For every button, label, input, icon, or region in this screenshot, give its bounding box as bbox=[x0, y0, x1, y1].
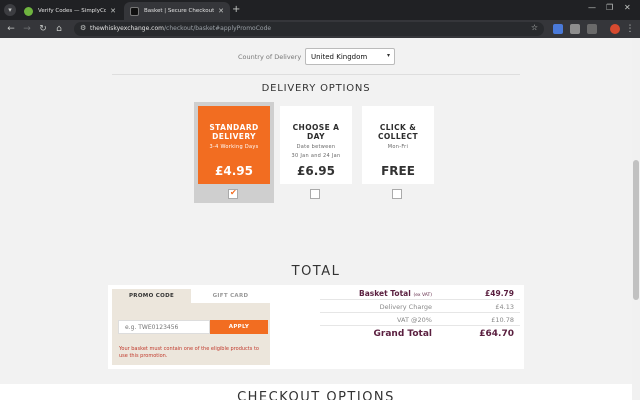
delivery-option-price: £6.95 bbox=[297, 164, 335, 178]
delivery-option-subtitle: Mon-Fri bbox=[387, 144, 409, 150]
delivery-option-price: £4.95 bbox=[215, 164, 253, 178]
promo-error-message: Your basket must contain one of the elig… bbox=[119, 346, 259, 359]
delivery-option-subtitle: 3-4 Working Days bbox=[209, 144, 259, 150]
minimize-icon[interactable]: — bbox=[588, 3, 596, 12]
tab-gift-card[interactable]: GIFT CARD bbox=[191, 289, 270, 303]
browser-menu-icon[interactable]: ⋮ bbox=[624, 23, 636, 35]
promo-code-input[interactable] bbox=[118, 320, 210, 334]
browser-tab-basket[interactable]: Basket | Secure Checkout : The W ✕ bbox=[124, 2, 230, 20]
delivery-options-heading: DELIVERY OPTIONS bbox=[261, 83, 371, 94]
chevron-down-icon: ▾ bbox=[386, 52, 390, 59]
delivery-charge-row: Delivery Charge £4.13 bbox=[320, 300, 520, 313]
divider bbox=[112, 74, 520, 75]
grand-total-label: Grand Total bbox=[373, 329, 432, 339]
delivery-option-standard[interactable]: STANDARD DELIVERY 3-4 Working Days £4.95… bbox=[194, 102, 274, 203]
scrollbar-thumb[interactable] bbox=[633, 160, 639, 300]
simplycodes-favicon-icon bbox=[24, 6, 33, 16]
delivery-option-click-collect[interactable]: CLICK & COLLECT Mon-Fri FREE bbox=[358, 102, 438, 203]
delivery-option-title: CHOOSE A DAY bbox=[292, 123, 340, 141]
apply-button[interactable]: APPLY bbox=[210, 320, 268, 334]
checkout-options-heading: CHECKOUT OPTIONS bbox=[237, 390, 395, 400]
tab-promo-code[interactable]: PROMO CODE bbox=[112, 289, 191, 303]
new-tab-button[interactable]: + bbox=[232, 4, 240, 16]
delivery-option-price: FREE bbox=[381, 164, 415, 178]
delivery-option-title: STANDARD DELIVERY bbox=[209, 123, 259, 141]
site-info-icon[interactable]: ⚙ bbox=[80, 24, 86, 32]
delivery-card[interactable]: CHOOSE A DAY Date between 30 Jan and 24 … bbox=[280, 106, 352, 184]
total-panel: PROMO CODE GIFT CARD APPLY Your basket m… bbox=[108, 285, 524, 369]
address-bar[interactable]: ⚙ thewhiskyexchange.com/checkout/basket#… bbox=[74, 22, 544, 36]
total-heading: TOTAL bbox=[291, 264, 341, 279]
grand-total-row: Grand Total £64.70 bbox=[320, 326, 520, 342]
basket-total-label: Basket Total (ex VAT) bbox=[359, 289, 432, 298]
country-label: Country of Delivery bbox=[238, 53, 302, 61]
basket-total-value: £49.79 bbox=[485, 289, 514, 298]
maximize-icon[interactable]: ❐ bbox=[606, 3, 613, 12]
checkout-page: Country of Delivery United Kingdom ▾ DEL… bbox=[0, 38, 632, 400]
vat-row: VAT @20% £10.78 bbox=[320, 313, 520, 326]
browser-toolbar: ← → ↻ ⌂ ⚙ thewhiskyexchange.com/checkout… bbox=[0, 20, 640, 38]
delivery-option-checkbox[interactable] bbox=[392, 189, 402, 199]
tab-title: Basket | Secure Checkout : The W bbox=[144, 8, 215, 14]
delivery-charge-value: £4.13 bbox=[495, 303, 514, 311]
country-select[interactable]: United Kingdom ▾ bbox=[305, 48, 395, 65]
extension-translate-icon[interactable] bbox=[553, 24, 563, 34]
delivery-charge-label: Delivery Charge bbox=[379, 303, 432, 311]
delivery-card[interactable]: CLICK & COLLECT Mon-Fri FREE bbox=[362, 106, 434, 184]
checkmark-icon: ✔ bbox=[230, 188, 237, 197]
tab-search-icon[interactable]: ▾ bbox=[4, 4, 16, 16]
browser-tab-simplycodes[interactable]: Verify Codes — SimplyCodes ✕ bbox=[18, 2, 122, 20]
promo-tabs: PROMO CODE GIFT CARD bbox=[112, 289, 270, 303]
url-text: thewhiskyexchange.com/checkout/basket#ap… bbox=[90, 25, 272, 32]
reload-icon[interactable]: ↻ bbox=[37, 23, 49, 35]
profile-avatar-icon[interactable] bbox=[610, 24, 620, 34]
close-tab-icon[interactable]: ✕ bbox=[218, 7, 224, 15]
browser-tab-strip: ▾ Verify Codes — SimplyCodes ✕ Basket | … bbox=[0, 0, 640, 20]
basket-total-row: Basket Total (ex VAT) £49.79 bbox=[320, 287, 520, 300]
promo-code-panel: APPLY Your basket must contain one of th… bbox=[112, 303, 270, 365]
close-window-icon[interactable]: ✕ bbox=[624, 3, 631, 12]
delivery-option-checkbox[interactable] bbox=[310, 189, 320, 199]
home-icon[interactable]: ⌂ bbox=[53, 23, 65, 35]
close-tab-icon[interactable]: ✕ bbox=[110, 7, 116, 15]
delivery-card[interactable]: STANDARD DELIVERY 3-4 Working Days £4.95 bbox=[198, 106, 270, 184]
bookmark-star-icon[interactable]: ☆ bbox=[531, 23, 538, 32]
extensions-puzzle-icon[interactable] bbox=[587, 24, 597, 34]
extension-shield-icon[interactable] bbox=[570, 24, 580, 34]
delivery-option-date-range: 30 Jan and 24 Jan bbox=[291, 153, 341, 159]
forward-icon[interactable]: → bbox=[21, 23, 33, 35]
vat-value: £10.78 bbox=[491, 316, 514, 324]
order-totals: Basket Total (ex VAT) £49.79 Delivery Ch… bbox=[320, 287, 520, 342]
delivery-option-choose-day[interactable]: CHOOSE A DAY Date between 30 Jan and 24 … bbox=[276, 102, 356, 203]
back-icon[interactable]: ← bbox=[5, 23, 17, 35]
vat-label: VAT @20% bbox=[397, 316, 432, 324]
whisky-exchange-favicon-icon bbox=[130, 6, 139, 16]
country-value: United Kingdom bbox=[311, 53, 368, 61]
delivery-option-subtitle: Date between bbox=[296, 144, 336, 150]
page-scrollbar[interactable] bbox=[632, 38, 640, 400]
delivery-option-checkbox[interactable]: ✔ bbox=[228, 188, 238, 199]
delivery-option-title: CLICK & COLLECT bbox=[378, 123, 418, 141]
grand-total-value: £64.70 bbox=[479, 329, 514, 339]
tab-title: Verify Codes — SimplyCodes bbox=[38, 8, 107, 14]
